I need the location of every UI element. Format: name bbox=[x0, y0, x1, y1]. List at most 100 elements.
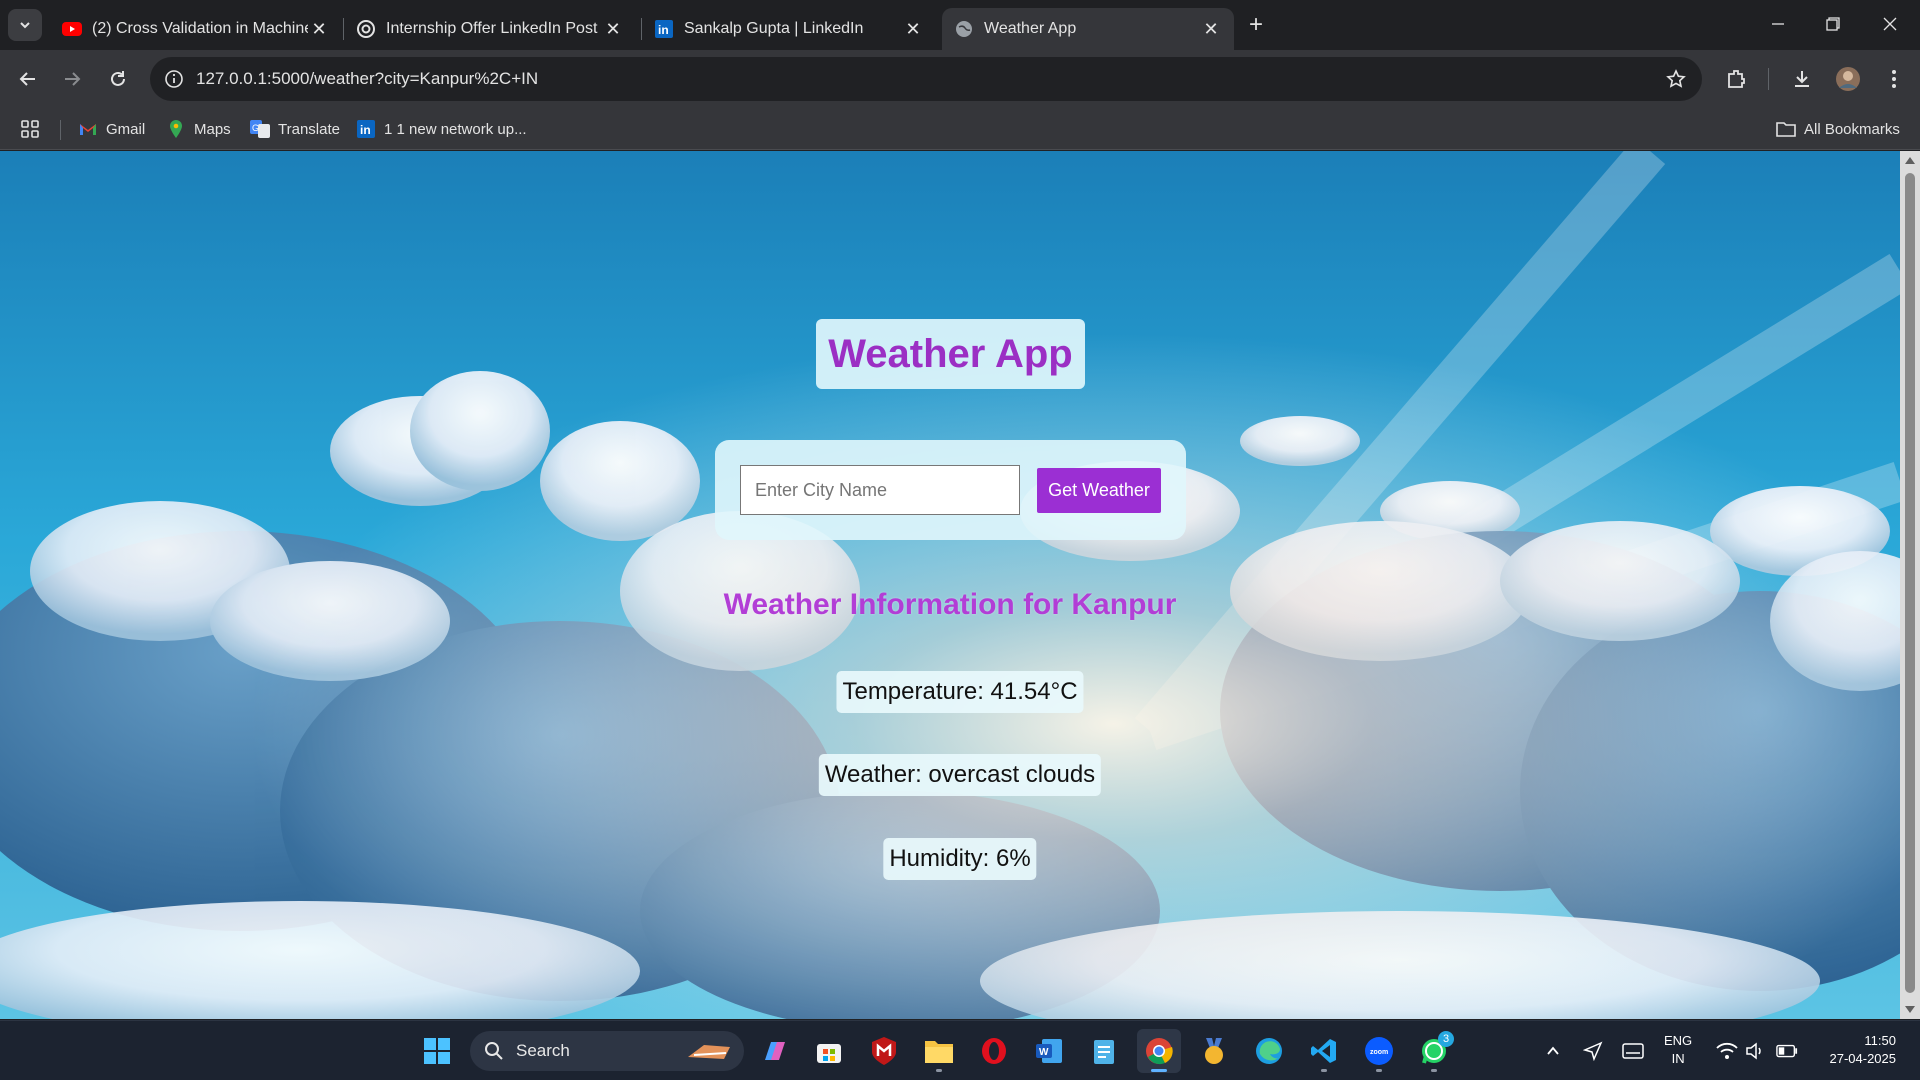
mcafee-shield-icon bbox=[872, 1037, 896, 1065]
restore-button[interactable] bbox=[1815, 8, 1851, 40]
apps-button[interactable] bbox=[20, 117, 40, 141]
taskbar-search-label: Search bbox=[516, 1041, 570, 1060]
windows-logo-icon bbox=[424, 1038, 450, 1064]
search-highlight-icon bbox=[688, 1045, 730, 1059]
bookmark-linkedin[interactable]: in 1 1 new network up... bbox=[356, 117, 527, 141]
bookmark-gmail[interactable]: Gmail bbox=[78, 117, 145, 141]
gmail-icon bbox=[78, 119, 98, 139]
edge-icon bbox=[1256, 1038, 1282, 1064]
tab-title: Weather App bbox=[984, 20, 1077, 37]
page-viewport: Weather App Get Weather Weather Informat… bbox=[0, 151, 1920, 1019]
folder-icon bbox=[1776, 119, 1796, 139]
close-tab-icon[interactable]: ✕ bbox=[1200, 18, 1222, 40]
scroll-down-arrow-icon[interactable] bbox=[1905, 1006, 1915, 1013]
taskbar-mcafee[interactable] bbox=[862, 1029, 906, 1073]
taskbar-word[interactable]: W bbox=[1027, 1029, 1071, 1073]
openai-icon bbox=[356, 19, 376, 39]
get-weather-button[interactable]: Get Weather bbox=[1037, 468, 1161, 513]
opera-icon bbox=[982, 1038, 1006, 1064]
taskbar-copilot[interactable] bbox=[752, 1029, 796, 1073]
tab-title: Sankalp Gupta | LinkedIn bbox=[684, 20, 864, 37]
medal-icon bbox=[1205, 1038, 1223, 1064]
location-indicator[interactable] bbox=[1582, 1040, 1604, 1062]
taskbar-clock[interactable]: 11:50 27-04-2025 bbox=[1812, 1032, 1897, 1068]
taskbar-edge[interactable] bbox=[1247, 1029, 1291, 1073]
address-bar[interactable]: 127.0.0.1:5000/weather?city=Kanpur%2C+IN bbox=[150, 57, 1702, 101]
folder-icon bbox=[925, 1041, 953, 1063]
download-icon bbox=[1795, 71, 1809, 87]
taskbar-vscode[interactable] bbox=[1302, 1029, 1346, 1073]
downloads-button[interactable] bbox=[1788, 65, 1816, 93]
browser-menu-button[interactable] bbox=[1880, 65, 1908, 93]
minimize-button[interactable] bbox=[1760, 8, 1796, 40]
tab-search-button[interactable] bbox=[8, 9, 42, 41]
scroll-up-arrow-icon[interactable] bbox=[1905, 157, 1915, 164]
bookmark-label: Translate bbox=[278, 120, 340, 138]
chevron-up-icon bbox=[1547, 1046, 1559, 1055]
temperature-text: Temperature: 41.54°C bbox=[836, 671, 1084, 713]
taskbar-store[interactable] bbox=[807, 1029, 851, 1073]
show-hidden-icons-button[interactable] bbox=[1542, 1040, 1564, 1062]
running-indicator bbox=[1151, 1069, 1167, 1072]
scrollbar-thumb[interactable] bbox=[1905, 173, 1915, 993]
tablet-mode-button[interactable] bbox=[1622, 1040, 1644, 1062]
running-indicator bbox=[1321, 1069, 1327, 1072]
humidity-text: Humidity: 6% bbox=[883, 838, 1037, 880]
url-text[interactable]: 127.0.0.1:5000/weather?city=Kanpur%2C+IN bbox=[196, 69, 538, 89]
language-indicator[interactable]: ENG IN bbox=[1664, 1032, 1692, 1068]
volume-control[interactable] bbox=[1744, 1040, 1766, 1062]
tab-linkedin[interactable]: in Sankalp Gupta | LinkedIn ✕ bbox=[642, 8, 936, 50]
all-bookmarks-label: All Bookmarks bbox=[1804, 120, 1900, 138]
site-info-icon[interactable] bbox=[162, 67, 186, 91]
taskbar-notepad[interactable] bbox=[1082, 1029, 1126, 1073]
taskbar: Search W zoom 3 ENG IN 11:50 27-04-2025 bbox=[0, 1020, 1920, 1080]
wifi-icon bbox=[1716, 1042, 1738, 1059]
bookmarks-bar: Gmail Maps G Translate in 1 1 new networ… bbox=[0, 108, 1920, 150]
clock-time: 11:50 bbox=[1864, 1033, 1896, 1048]
bookmark-star-icon[interactable] bbox=[1664, 67, 1688, 91]
start-button[interactable] bbox=[415, 1029, 459, 1073]
all-bookmarks-button[interactable]: All Bookmarks bbox=[1776, 117, 1900, 141]
close-tab-icon[interactable]: ✕ bbox=[902, 18, 924, 40]
location-arrow-icon bbox=[1583, 1041, 1603, 1061]
bookmark-translate[interactable]: G Translate bbox=[250, 117, 340, 141]
taskbar-medal-app[interactable] bbox=[1192, 1029, 1236, 1073]
back-button[interactable] bbox=[12, 63, 44, 95]
back-arrow-icon bbox=[19, 72, 35, 86]
svg-text:zoom: zoom bbox=[1370, 1049, 1388, 1056]
page-scrollbar[interactable] bbox=[1900, 151, 1920, 1019]
battery-icon bbox=[1776, 1044, 1798, 1058]
bookmark-maps[interactable]: Maps bbox=[166, 117, 231, 141]
taskbar-whatsapp[interactable]: 3 bbox=[1412, 1029, 1456, 1073]
taskbar-zoom[interactable]: zoom bbox=[1357, 1029, 1401, 1073]
close-window-button[interactable] bbox=[1872, 8, 1908, 40]
new-tab-button[interactable]: + bbox=[1242, 11, 1270, 39]
battery-status[interactable] bbox=[1776, 1040, 1798, 1062]
minimize-icon bbox=[1772, 23, 1784, 25]
taskbar-chrome[interactable] bbox=[1137, 1029, 1181, 1073]
tab-youtube[interactable]: (2) Cross Validation in Machine ✕ bbox=[50, 8, 342, 50]
reload-button[interactable] bbox=[102, 63, 134, 95]
chevron-down-icon bbox=[20, 22, 30, 29]
weather-description-text: Weather: overcast clouds bbox=[818, 754, 1102, 796]
city-input[interactable] bbox=[740, 465, 1020, 515]
taskbar-opera[interactable] bbox=[972, 1029, 1016, 1073]
taskbar-search[interactable]: Search bbox=[470, 1031, 744, 1071]
close-tab-icon[interactable]: ✕ bbox=[602, 18, 624, 40]
globe-icon bbox=[954, 19, 974, 39]
apps-grid-icon bbox=[21, 120, 39, 138]
network-status[interactable] bbox=[1716, 1040, 1738, 1062]
tab-chatgpt[interactable]: Internship Offer LinkedIn Post ✕ bbox=[344, 8, 636, 50]
word-icon: W bbox=[1036, 1039, 1062, 1063]
language-label: ENG bbox=[1664, 1033, 1693, 1048]
vscode-icon bbox=[1311, 1039, 1336, 1063]
taskbar-file-explorer[interactable] bbox=[917, 1029, 961, 1073]
profile-avatar[interactable] bbox=[1834, 65, 1862, 93]
tab-weather-app[interactable]: Weather App ✕ bbox=[942, 8, 1234, 50]
reload-icon bbox=[111, 71, 125, 86]
close-tab-icon[interactable]: ✕ bbox=[308, 18, 330, 40]
svg-text:in: in bbox=[658, 23, 669, 37]
extensions-button[interactable] bbox=[1722, 65, 1750, 93]
forward-button[interactable] bbox=[56, 63, 88, 95]
chrome-icon bbox=[1146, 1038, 1173, 1065]
